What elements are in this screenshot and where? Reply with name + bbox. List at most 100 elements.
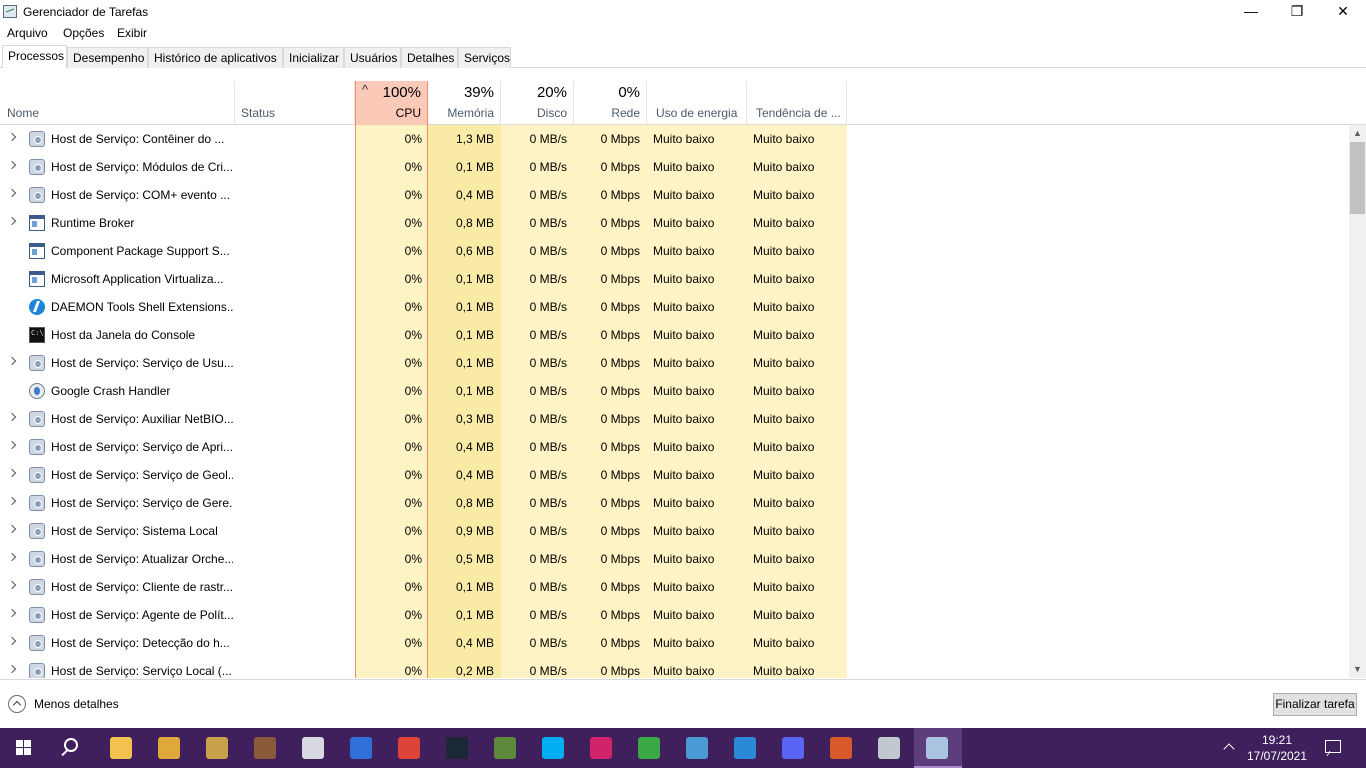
taskbar-skype[interactable] xyxy=(530,728,578,768)
chevron-right-icon[interactable] xyxy=(7,160,17,170)
chevron-right-icon[interactable] xyxy=(7,552,17,562)
process-row[interactable]: Host de Serviço: Auxiliar NetBIO... 0% 0,3… xyxy=(0,405,1349,433)
taskbar-file-explorer[interactable] xyxy=(98,728,146,768)
process-row[interactable]: Host de Serviço: Contêiner do ... 0% 1,3 M… xyxy=(0,125,1349,153)
process-row[interactable]: Runtime Broker 0% 0,8 MB 0 MB/s 0 Mbps Muito … xyxy=(0,209,1349,237)
menu-exibir[interactable]: Exibir xyxy=(117,26,147,40)
header-memory[interactable]: 39% Memória xyxy=(428,81,501,125)
header-status-label: Status xyxy=(241,106,276,120)
chevron-right-icon[interactable] xyxy=(7,356,17,366)
taskbar-task-manager[interactable] xyxy=(914,728,962,768)
taskbar-discord[interactable] xyxy=(770,728,818,768)
notification-center-icon[interactable] xyxy=(1325,740,1341,753)
maximize-button[interactable]: ❐ xyxy=(1274,0,1320,24)
process-disk: 0 MB/s xyxy=(529,580,567,594)
search-button[interactable] xyxy=(48,728,96,768)
chevron-right-icon[interactable] xyxy=(7,440,17,450)
process-row[interactable]: Host de Serviço: Serviço Local (... 0% 0,2… xyxy=(0,657,1349,678)
process-row[interactable]: Host de Serviço: COM+ evento ... 0% 0,4 MB… xyxy=(0,181,1349,209)
end-task-button[interactable]: Finalizar tarefa xyxy=(1273,693,1357,716)
header-power-trend[interactable]: Tendência de ... xyxy=(747,81,847,125)
chevron-right-icon[interactable] xyxy=(7,524,17,534)
minimize-button[interactable]: — xyxy=(1228,0,1274,24)
taskbar-league-of-legends[interactable] xyxy=(194,728,242,768)
process-row[interactable]: Host de Serviço: Cliente de rastr... 0% 0,… xyxy=(0,573,1349,601)
process-cpu: 0% xyxy=(404,160,422,174)
process-row[interactable]: Host da Janela do Console 0% 0,1 MB 0 MB/s 0… xyxy=(0,321,1349,349)
chevron-right-icon[interactable] xyxy=(7,580,17,590)
chevron-right-icon[interactable] xyxy=(7,412,17,422)
close-button[interactable]: ✕ xyxy=(1320,0,1366,24)
process-row[interactable]: Host de Serviço: Detecção do h... 0% 0,4 M… xyxy=(0,629,1349,657)
chevron-right-icon[interactable] xyxy=(7,132,17,142)
app-2-icon xyxy=(158,737,180,759)
taskbar-minecraft[interactable] xyxy=(482,728,530,768)
chevron-right-icon[interactable] xyxy=(7,496,17,506)
taskbar-steam[interactable] xyxy=(434,728,482,768)
taskbar-app-12[interactable] xyxy=(626,728,674,768)
vertical-scrollbar[interactable]: ▲ ▼ xyxy=(1349,125,1366,678)
menu-opcoes[interactable]: Opções xyxy=(63,26,104,40)
taskbar-app-6[interactable] xyxy=(338,728,386,768)
header-name[interactable]: Nome xyxy=(0,81,235,125)
chevron-right-icon[interactable] xyxy=(7,636,17,646)
tab-usuarios[interactable]: Usuários xyxy=(344,47,401,68)
header-status[interactable]: Status xyxy=(235,81,355,125)
tab-inicializar[interactable]: Inicializar xyxy=(283,47,344,68)
taskbar-roblox[interactable] xyxy=(290,728,338,768)
process-network: 0 Mbps xyxy=(600,468,640,482)
process-row[interactable]: Microsoft Application Virtualiza... 0% 0,1… xyxy=(0,265,1349,293)
tray-overflow-chevron-icon[interactable] xyxy=(1224,736,1234,746)
process-memory: 0,3 MB xyxy=(455,412,494,426)
taskbar-clock[interactable]: 19:21 17/07/2021 xyxy=(1244,732,1310,764)
process-disk: 0 MB/s xyxy=(529,384,567,398)
process-row[interactable]: Component Package Support S... 0% 0,6 MB 0 … xyxy=(0,237,1349,265)
discord-icon xyxy=(782,737,804,759)
scroll-thumb[interactable] xyxy=(1350,142,1365,214)
chevron-right-icon[interactable] xyxy=(7,216,17,226)
process-row[interactable]: Host de Serviço: Atualizar Orche... 0% 0,5… xyxy=(0,545,1349,573)
header-disk[interactable]: 20% Disco xyxy=(501,81,574,125)
taskbar-settings[interactable] xyxy=(866,728,914,768)
tab-historico[interactable]: Histórico de aplicativos xyxy=(148,47,283,68)
taskbar-app-2[interactable] xyxy=(146,728,194,768)
tab-servicos[interactable]: Serviços xyxy=(458,47,511,68)
chevron-right-icon[interactable] xyxy=(7,608,17,618)
chevron-right-icon[interactable] xyxy=(7,664,17,674)
process-row[interactable]: Host de Serviço: Sistema Local 0% 0,9 MB 0 … xyxy=(0,517,1349,545)
process-row[interactable]: Host de Serviço: Serviço de Usu... 0% 0,1 … xyxy=(0,349,1349,377)
scroll-up-arrow-icon[interactable]: ▲ xyxy=(1349,125,1366,142)
taskbar-app-11[interactable] xyxy=(578,728,626,768)
process-row[interactable]: Host de Serviço: Serviço de Geol... 0% 0,4… xyxy=(0,461,1349,489)
process-row[interactable]: DAEMON Tools Shell Extensions... 0% 0,1 MB… xyxy=(0,293,1349,321)
taskbar-app-14[interactable] xyxy=(722,728,770,768)
tab-processos[interactable]: Processos xyxy=(2,45,67,68)
less-details-link[interactable]: Menos detalhes xyxy=(34,697,119,711)
menu-arquivo[interactable]: Arquivo xyxy=(7,26,48,40)
process-row[interactable]: Host de Serviço: Serviço de Gere... 0% 0,8… xyxy=(0,489,1349,517)
chevron-right-icon[interactable] xyxy=(7,188,17,198)
taskbar-app-16[interactable] xyxy=(818,728,866,768)
process-row[interactable]: Host de Serviço: Serviço de Apri... 0% 0,4… xyxy=(0,433,1349,461)
chevron-right-icon[interactable] xyxy=(7,468,17,478)
tab-desempenho[interactable]: Desempenho xyxy=(67,47,148,68)
header-network[interactable]: 0% Rede xyxy=(574,81,647,125)
header-disk-percent: 20% xyxy=(536,84,567,101)
taskbar-chrome[interactable] xyxy=(386,728,434,768)
header-cpu[interactable]: ^ 100% CPU xyxy=(355,81,428,125)
process-row[interactable]: Host de Serviço: Módulos de Cri... 0% 0,1 … xyxy=(0,153,1349,181)
process-name: Host de Serviço: Módulos de Cri... xyxy=(51,160,233,174)
app-12-icon xyxy=(638,737,660,759)
menu-bar: Arquivo Opções Exibir xyxy=(0,24,1366,44)
process-row[interactable]: Host de Serviço: Agente de Polít... 0% 0,1… xyxy=(0,601,1349,629)
taskbar-app-4[interactable] xyxy=(242,728,290,768)
process-disk: 0 MB/s xyxy=(529,328,567,342)
scroll-down-arrow-icon[interactable]: ▼ xyxy=(1349,661,1366,678)
process-power: Muito baixo xyxy=(653,356,715,370)
process-row[interactable]: Google Crash Handler 0% 0,1 MB 0 MB/s 0 Mbps… xyxy=(0,377,1349,405)
taskbar-app-13[interactable] xyxy=(674,728,722,768)
start-button[interactable] xyxy=(0,728,48,768)
chevron-up-circle-icon[interactable] xyxy=(8,695,26,713)
tab-detalhes[interactable]: Detalhes xyxy=(401,47,458,68)
header-power[interactable]: Uso de energia xyxy=(647,81,747,125)
